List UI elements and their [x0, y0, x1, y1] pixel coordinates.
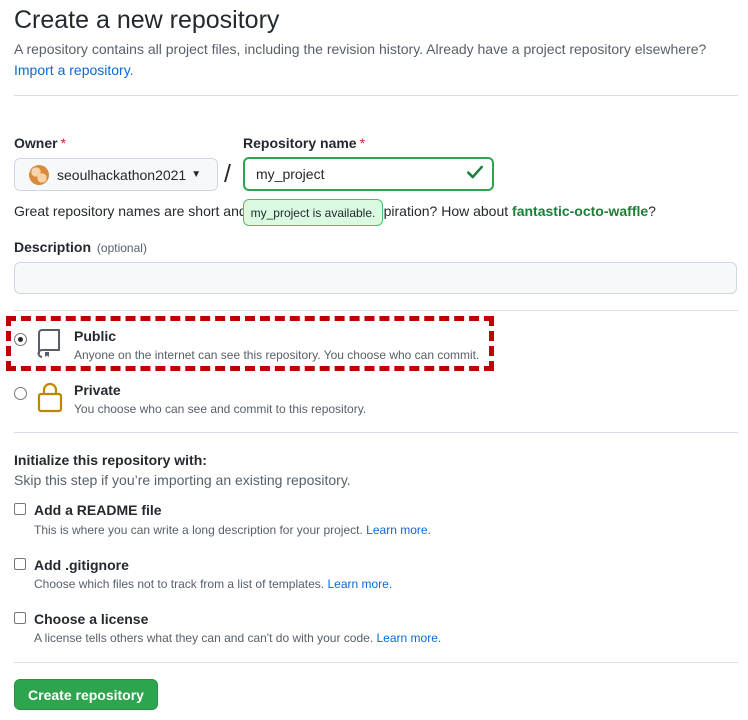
- caret-down-icon: ▼: [191, 169, 202, 180]
- check-icon: [467, 165, 483, 179]
- repo-name-label: Repository name *: [243, 135, 366, 151]
- owner-label: Owner *: [14, 135, 67, 151]
- gitignore-checkbox[interactable]: [14, 558, 26, 570]
- private-option-title: Private: [74, 382, 121, 398]
- lock-icon: [37, 382, 63, 413]
- initialize-subtitle: Skip this step if you’re importing an ex…: [14, 472, 351, 488]
- page-intro: A repository contains all project files,…: [14, 41, 707, 57]
- private-option-desc: You choose who can see and commit to thi…: [74, 402, 367, 416]
- import-repository-link[interactable]: Import a repository.: [14, 62, 134, 78]
- public-option-desc: Anyone on the internet can see this repo…: [74, 348, 480, 362]
- owner-name: seoulhackathon2021: [57, 166, 187, 183]
- description-input[interactable]: [14, 262, 737, 294]
- create-repository-button[interactable]: Create repository: [14, 679, 158, 710]
- license-desc: A license tells others what they can and…: [34, 631, 442, 645]
- repository-name-input[interactable]: [243, 157, 494, 191]
- page-title: Create a new repository: [14, 6, 280, 34]
- public-radio[interactable]: [14, 333, 27, 346]
- readme-checkbox[interactable]: [14, 503, 26, 515]
- avatar: [29, 164, 49, 185]
- private-radio[interactable]: [14, 387, 27, 400]
- divider: [14, 662, 738, 663]
- public-option-title: Public: [74, 328, 117, 344]
- readme-desc: This is where you can write a long descr…: [34, 523, 431, 537]
- owner-repo-separator: /: [224, 160, 231, 188]
- divider: [14, 310, 738, 311]
- gitignore-learn-more-link[interactable]: Learn more.: [327, 577, 392, 591]
- gitignore-title: Add .gitignore: [34, 557, 129, 573]
- license-title: Choose a license: [34, 611, 149, 627]
- license-checkbox[interactable]: [14, 612, 26, 624]
- readme-title: Add a README file: [34, 502, 162, 518]
- description-label: Description (optional): [14, 239, 147, 255]
- availability-tooltip: my_project is available.: [243, 199, 383, 226]
- license-learn-more-link[interactable]: Learn more.: [377, 631, 442, 645]
- initialize-title: Initialize this repository with:: [14, 452, 207, 468]
- divider: [14, 95, 738, 96]
- divider: [14, 432, 738, 433]
- name-suggestion[interactable]: fantastic-octo-waffle: [512, 203, 648, 219]
- readme-learn-more-link[interactable]: Learn more.: [366, 523, 431, 537]
- gitignore-desc: Choose which files not to track from a l…: [34, 577, 393, 591]
- repo-icon: [37, 329, 60, 358]
- owner-select[interactable]: seoulhackathon2021 ▼: [14, 158, 218, 191]
